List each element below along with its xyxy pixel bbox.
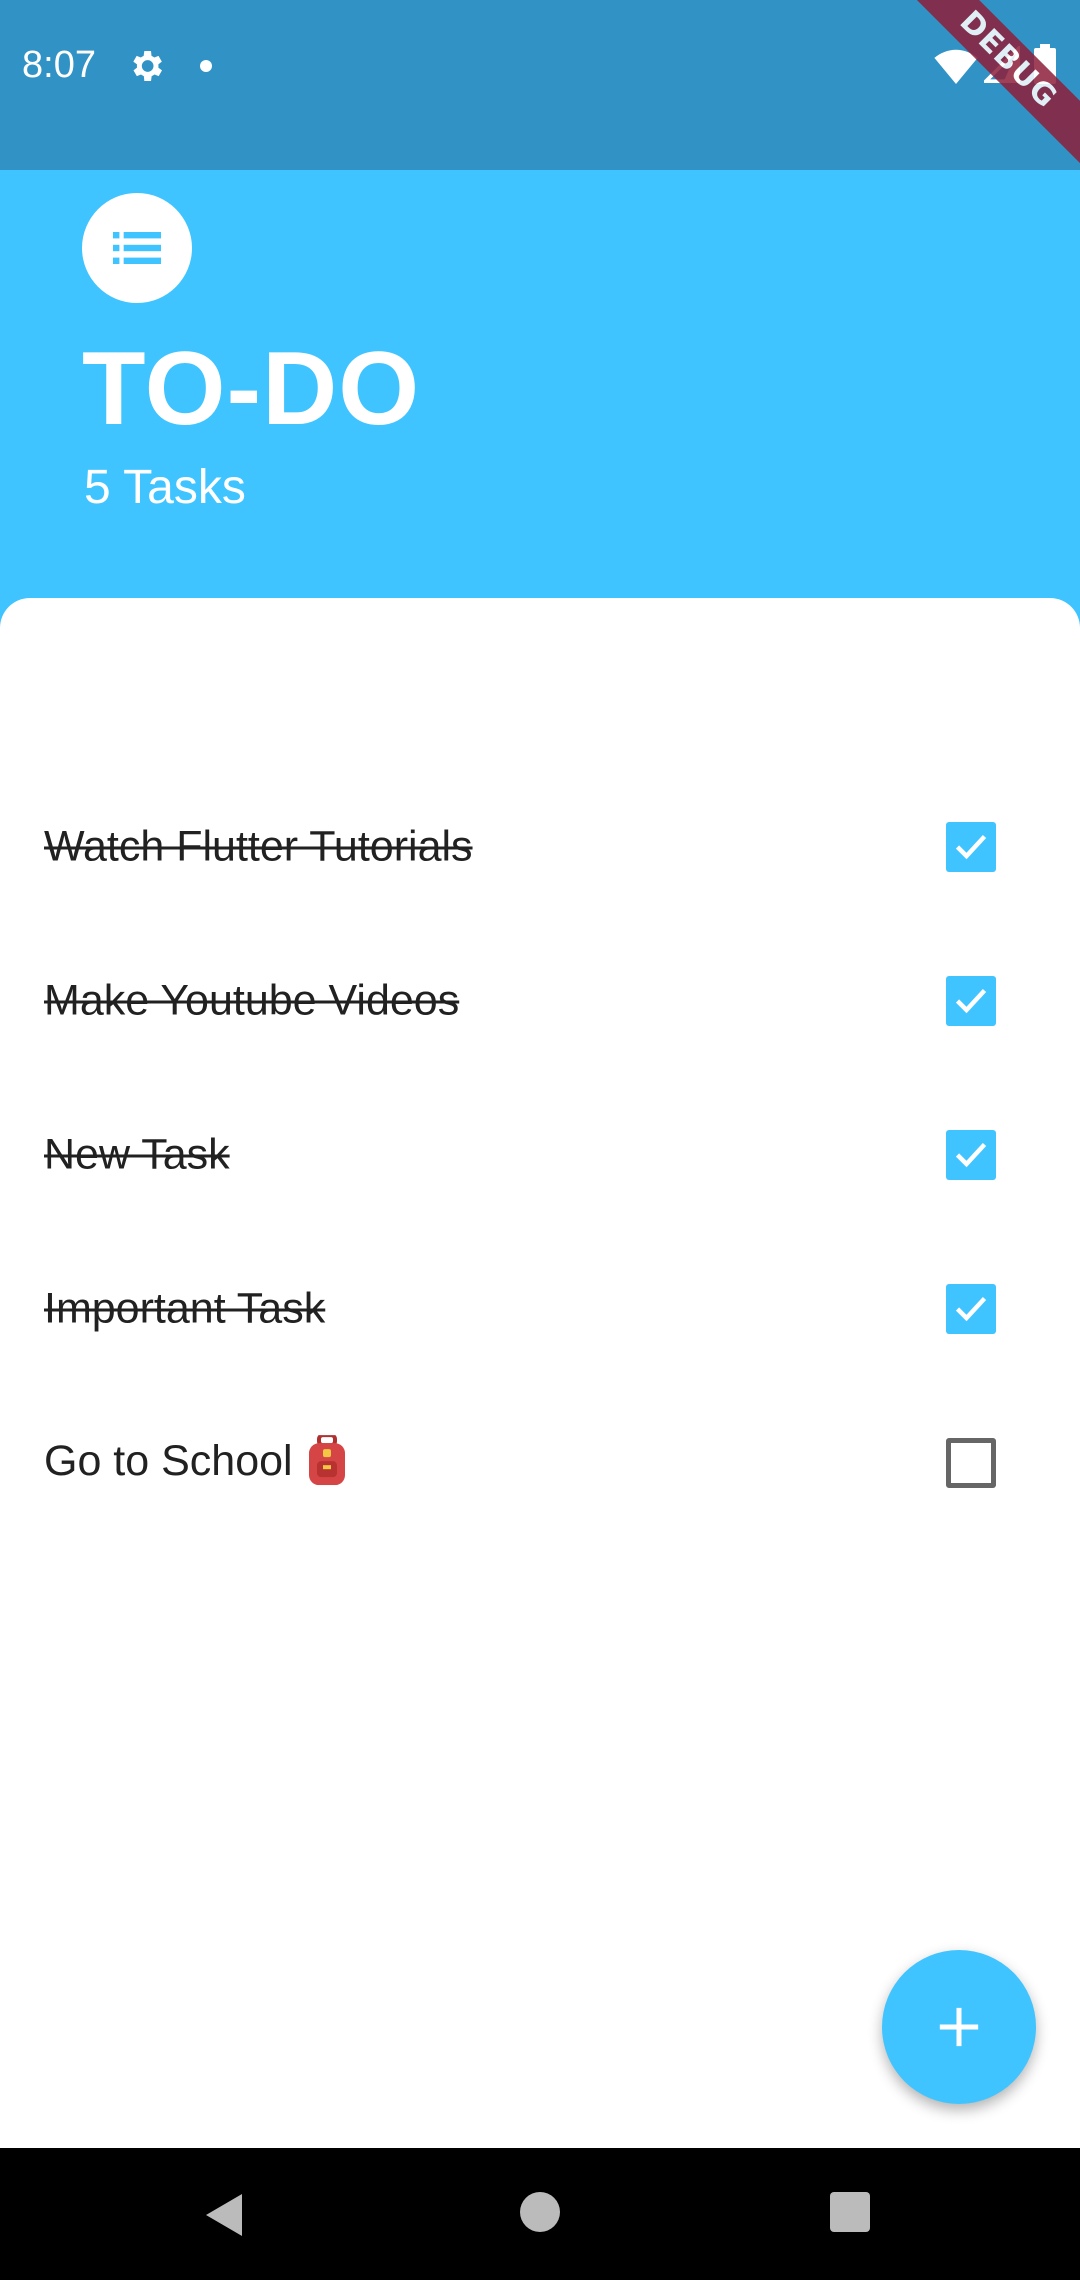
task-checkbox[interactable] xyxy=(946,976,996,1026)
settings-icon xyxy=(133,51,162,81)
task-checkbox[interactable] xyxy=(946,822,996,872)
add-task-button[interactable] xyxy=(882,1950,1036,2104)
task-row[interactable]: New Task xyxy=(0,1078,1080,1232)
task-label: Watch Flutter Tutorials xyxy=(44,822,473,871)
task-checkbox[interactable] xyxy=(946,1130,996,1180)
task-row[interactable]: Go to School xyxy=(0,1386,1080,1540)
task-label: Go to School xyxy=(44,1437,293,1486)
recents-icon[interactable] xyxy=(830,2192,870,2232)
navigation-bar xyxy=(0,2148,1080,2280)
task-row[interactable]: Make Youtube Videos xyxy=(0,924,1080,1078)
task-row[interactable]: Important Task xyxy=(0,1232,1080,1386)
home-icon[interactable] xyxy=(520,2192,560,2232)
task-label: Important Task xyxy=(44,1284,326,1333)
task-label: Make Youtube Videos xyxy=(44,976,460,1025)
notification-dot-icon xyxy=(200,60,212,72)
status-time: 8:07 xyxy=(22,44,96,86)
header: TO-DO 5 Tasks xyxy=(0,170,1080,600)
task-count: 5 Tasks xyxy=(84,461,246,514)
status-bar: 8:07 xyxy=(0,0,1080,170)
task-checkbox[interactable] xyxy=(946,1284,996,1334)
task-row[interactable]: Watch Flutter Tutorials xyxy=(0,770,1080,924)
task-label: New Task xyxy=(44,1130,230,1179)
list-icon xyxy=(82,193,192,303)
task-label-wrap: Go to School xyxy=(44,1434,347,1489)
back-icon[interactable] xyxy=(204,2192,244,2238)
task-checkbox[interactable] xyxy=(946,1438,996,1488)
plus-icon xyxy=(939,2007,979,2047)
backpack-icon xyxy=(308,1434,345,1485)
task-list: Watch Flutter Tutorials Make Youtube Vid… xyxy=(0,598,1080,2148)
page-title: TO-DO xyxy=(82,331,421,447)
